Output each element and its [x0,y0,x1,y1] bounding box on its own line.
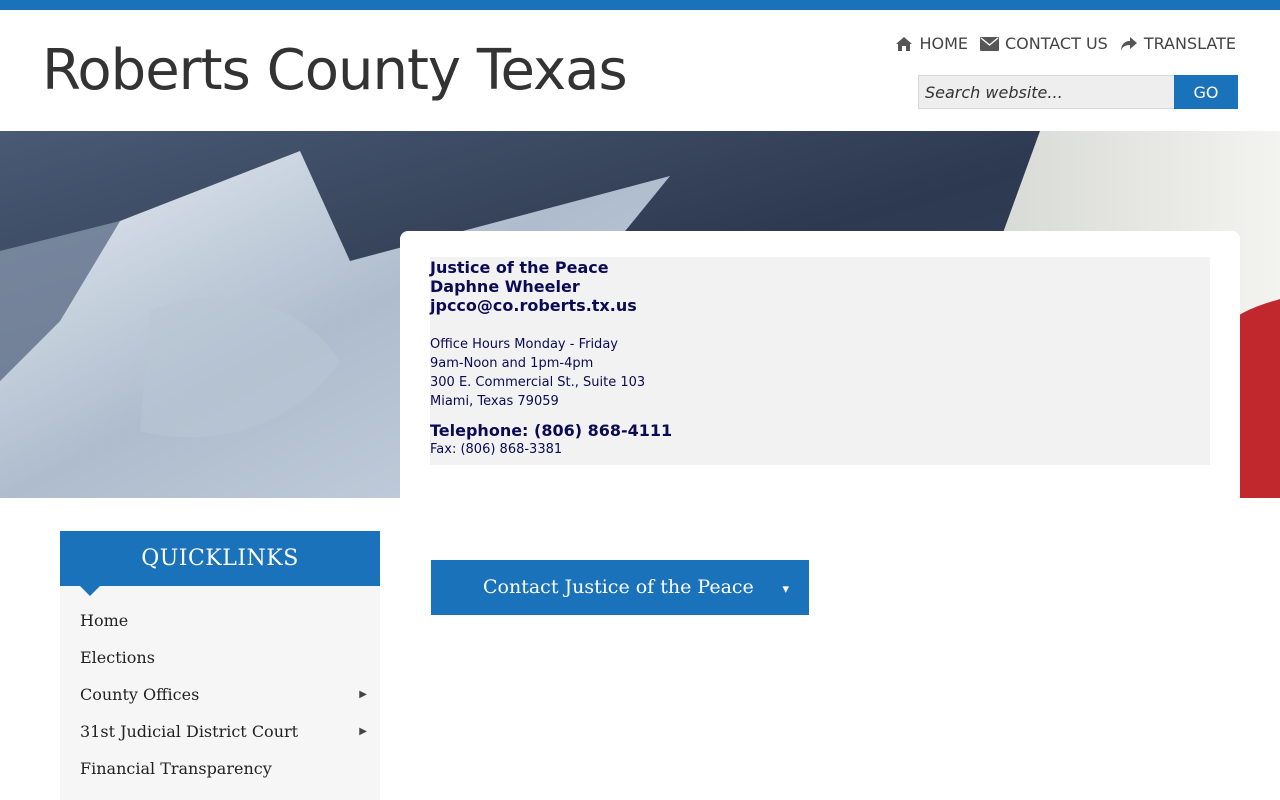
quicklink-label: 31st Judicial District Court [80,722,299,741]
office-address-street: 300 E. Commercial St., Suite 103 [430,375,646,390]
nav-translate-link[interactable]: TRANSLATE [1120,34,1236,53]
office-telephone: Telephone: (806) 868-4111 [430,421,673,440]
utility-nav: HOME CONTACT US TRANSLATE [895,34,1236,53]
quicklink-county-offices[interactable]: County Offices ▶ [60,676,380,713]
quicklinks-panel: QUICKLINKS Home Elections County Offices… [60,531,380,800]
office-title: Justice of the Peace [430,258,609,277]
quicklink-label: County Offices [80,685,200,704]
search-input[interactable] [918,75,1174,109]
site-header: Roberts County Texas HOME CONTACT US TRA… [0,10,1280,131]
quicklinks-title: QUICKLINKS [141,546,299,571]
office-hours-times: 9am-Noon and 1pm-4pm [430,356,594,371]
nav-contact-link[interactable]: CONTACT US [979,34,1108,53]
site-title[interactable]: Roberts County Texas [42,38,628,103]
quicklinks-list: Home Elections County Offices ▶ 31st Jud… [60,586,380,787]
office-fax: Fax: (806) 868-3381 [430,442,563,457]
quicklinks-heading: QUICKLINKS [60,531,380,596]
chevron-down-icon: ▾ [782,582,789,597]
search-form: GO [918,75,1238,109]
nav-contact-label: CONTACT US [1004,34,1108,53]
search-go-button[interactable]: GO [1174,75,1238,109]
quicklink-financial-transparency[interactable]: Financial Transparency [60,750,380,787]
nav-translate-label: TRANSLATE [1143,34,1236,53]
top-accent-bar [0,0,1280,10]
quicklink-label: Financial Transparency [80,759,272,778]
official-name: Daphne Wheeler [430,277,580,296]
chevron-right-icon[interactable]: ▶ [359,676,367,713]
office-contact-details: Justice of the Peace Daphne Wheeler jpcc… [430,257,1210,465]
nav-home-label: HOME [919,34,968,53]
quicklink-elections[interactable]: Elections [60,639,380,676]
quicklinks-notch [80,586,100,596]
share-arrow-icon [1120,36,1137,51]
quicklink-label: Home [80,611,129,630]
quicklink-home[interactable]: Home [60,602,380,639]
office-info-card: Justice of the Peace Daphne Wheeler jpcc… [400,231,1240,498]
home-icon [896,36,913,51]
quicklink-label: Elections [80,648,155,667]
chevron-right-icon[interactable]: ▶ [359,713,367,750]
office-email-link[interactable]: jpcco@co.roberts.tx.us [430,296,1210,315]
quicklink-district-court[interactable]: 31st Judicial District Court ▶ [60,713,380,750]
nav-home-link[interactable]: HOME [895,34,968,53]
office-address-city: Miami, Texas 79059 [430,394,559,409]
contact-dropdown-label: Contact Justice of the Peace [483,576,754,598]
contact-justice-dropdown[interactable]: Contact Justice of the Peace ▾ [431,560,809,615]
office-hours-days: Office Hours Monday - Friday [430,337,618,352]
envelope-icon [979,36,999,51]
